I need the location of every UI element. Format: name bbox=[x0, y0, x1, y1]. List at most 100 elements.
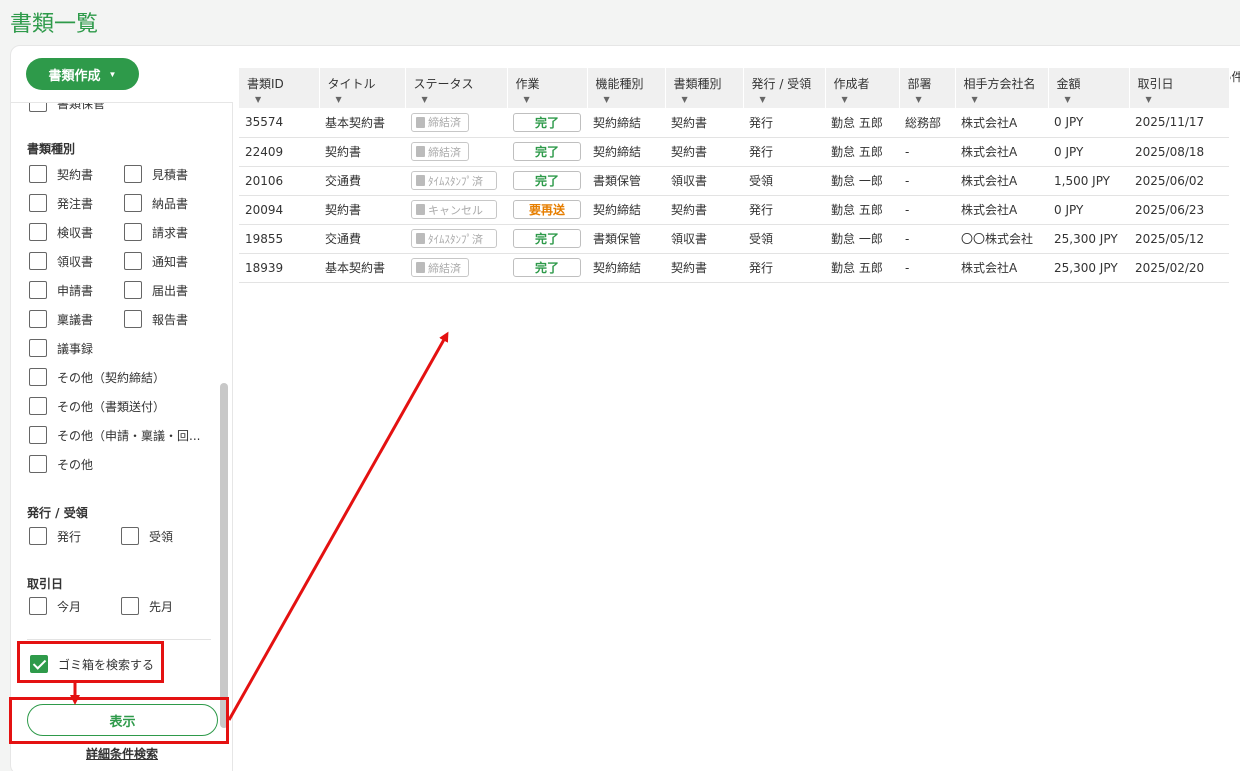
cell-work: 完了 bbox=[507, 166, 587, 196]
checkbox[interactable] bbox=[29, 597, 47, 615]
filter-option-doctype[interactable]: 納品書 bbox=[124, 194, 188, 212]
filter-option-doctype[interactable]: 申請書 bbox=[29, 281, 93, 299]
advanced-search-link[interactable]: 詳細条件検索 bbox=[86, 745, 158, 762]
filter-option-doctype[interactable]: 契約書 bbox=[29, 165, 93, 183]
checkbox[interactable] bbox=[29, 368, 47, 386]
work-badge[interactable]: 完了 bbox=[513, 112, 581, 132]
filter-option-doctype[interactable]: 検収書 bbox=[29, 223, 93, 241]
cell-dept: - bbox=[899, 195, 955, 225]
checkbox[interactable] bbox=[121, 527, 139, 545]
column-header[interactable]: 書類種別 ▼ bbox=[665, 68, 744, 108]
sort-icon[interactable]: ▼ bbox=[524, 95, 587, 104]
column-header[interactable]: 書類ID ▼ bbox=[239, 68, 320, 108]
highlight-box-show bbox=[9, 697, 229, 744]
filter-option-doctype[interactable]: その他 bbox=[29, 455, 93, 473]
filter-option-doctype[interactable]: 届出書 bbox=[124, 281, 188, 299]
checkbox[interactable] bbox=[124, 165, 142, 183]
sort-icon[interactable]: ▼ bbox=[842, 95, 899, 104]
column-header[interactable]: 作業 ▼ bbox=[507, 68, 588, 108]
status-badge: ﾀｲﾑｽﾀﾝﾌﾟ済 bbox=[411, 171, 497, 190]
checkbox[interactable] bbox=[29, 223, 47, 241]
checkbox[interactable] bbox=[29, 527, 47, 545]
cell-issue: 発行 bbox=[743, 137, 825, 167]
sort-icon[interactable]: ▼ bbox=[422, 95, 507, 104]
checkbox[interactable] bbox=[29, 339, 47, 357]
filter-option-doctype[interactable]: 稟議書 bbox=[29, 310, 93, 328]
sort-icon[interactable]: ▼ bbox=[760, 95, 825, 104]
filter-option-issue[interactable]: 発行 bbox=[29, 527, 81, 545]
cell-func: 契約締結 bbox=[587, 253, 665, 283]
checkbox[interactable] bbox=[29, 455, 47, 473]
cell-dept: 総務部 bbox=[899, 108, 955, 138]
work-badge[interactable]: 完了 bbox=[513, 229, 581, 248]
work-badge[interactable]: 完了 bbox=[513, 171, 581, 190]
sort-icon[interactable]: ▼ bbox=[336, 95, 405, 104]
sort-icon[interactable]: ▼ bbox=[1065, 95, 1129, 104]
checkbox[interactable] bbox=[29, 252, 47, 270]
work-badge[interactable]: 完了 bbox=[513, 142, 581, 161]
filter-option-this-month[interactable]: 今月 bbox=[29, 597, 81, 615]
cell-partner: 株式会社A bbox=[955, 108, 1048, 138]
table-row[interactable]: 19855 交通費 ﾀｲﾑｽﾀﾝﾌﾟ済 完了 書類保管 領収書 受領 勤怠 一郎 - 〇〇株式会社… bbox=[239, 224, 1229, 254]
checkbox[interactable] bbox=[121, 597, 139, 615]
checkbox[interactable] bbox=[124, 252, 142, 270]
checkbox[interactable] bbox=[29, 165, 47, 183]
table-row[interactable]: 22409 契約書 締結済 完了 契約締結 契約書 発行 勤怠 五郎 - 株式会社A 0 JPY 20… bbox=[239, 137, 1229, 167]
filter-option-doctype[interactable]: その他（書類送付） bbox=[29, 397, 165, 415]
cell-doctype: 契約書 bbox=[665, 137, 743, 167]
work-badge[interactable]: 要再送 bbox=[513, 200, 581, 219]
filter-option-storage[interactable]: 書類保管 bbox=[29, 103, 105, 112]
caret-down-icon: ▼ bbox=[108, 69, 117, 79]
checkbox[interactable] bbox=[124, 310, 142, 328]
cell-id: 18939 bbox=[239, 253, 319, 283]
checkbox[interactable] bbox=[29, 103, 47, 112]
table-row[interactable]: 20106 交通費 ﾀｲﾑｽﾀﾝﾌﾟ済 完了 書類保管 領収書 受領 勤怠 一郎 - 株式会社A 1… bbox=[239, 166, 1229, 196]
column-header[interactable]: 相手方会社名 ▼ bbox=[955, 68, 1049, 108]
column-header[interactable]: 機能種別 ▼ bbox=[587, 68, 666, 108]
column-header[interactable]: タイトル ▼ bbox=[319, 68, 406, 108]
column-header[interactable]: 取引日 ▼ bbox=[1129, 68, 1230, 108]
checkbox[interactable] bbox=[29, 194, 47, 212]
filter-option-doctype[interactable]: 発注書 bbox=[29, 194, 93, 212]
sort-icon[interactable]: ▼ bbox=[682, 95, 743, 104]
filter-option-doctype[interactable]: その他（申請・稟議・回... bbox=[29, 426, 200, 444]
column-header[interactable]: ステータス ▼ bbox=[405, 68, 508, 108]
table-row[interactable]: 18939 基本契約書 締結済 完了 契約締結 契約書 発行 勤怠 五郎 - 株式会社A 25,30… bbox=[239, 253, 1229, 283]
cell-creator: 勤怠 五郎 bbox=[825, 195, 899, 225]
sort-icon[interactable]: ▼ bbox=[604, 95, 665, 104]
sort-icon[interactable]: ▼ bbox=[1146, 95, 1229, 104]
cell-partner: 株式会社A bbox=[955, 137, 1048, 167]
column-header[interactable]: 発行 / 受領 ▼ bbox=[743, 68, 826, 108]
column-header[interactable]: 部署 ▼ bbox=[899, 68, 956, 108]
sort-icon[interactable]: ▼ bbox=[972, 95, 1048, 104]
checkbox[interactable] bbox=[29, 426, 47, 444]
sort-icon[interactable]: ▼ bbox=[255, 95, 319, 104]
checkbox[interactable] bbox=[124, 281, 142, 299]
cell-status: ﾀｲﾑｽﾀﾝﾌﾟ済 bbox=[405, 224, 507, 254]
column-header[interactable]: 金額 ▼ bbox=[1048, 68, 1130, 108]
checkbox[interactable] bbox=[124, 223, 142, 241]
checkbox[interactable] bbox=[29, 397, 47, 415]
work-badge[interactable]: 完了 bbox=[513, 258, 581, 277]
filter-option-doctype[interactable]: 通知書 bbox=[124, 252, 188, 270]
table-row[interactable]: 35574 基本契約書 締結済 完了 契約締結 契約書 発行 勤怠 五郎 総務部 株式会社A 0 J… bbox=[239, 108, 1229, 138]
filter-option-doctype[interactable]: その他（契約締結） bbox=[29, 368, 165, 386]
filter-option-receive[interactable]: 受領 bbox=[121, 527, 173, 545]
sort-icon[interactable]: ▼ bbox=[916, 95, 955, 104]
checkbox[interactable] bbox=[29, 310, 47, 328]
column-header[interactable]: 作成者 ▼ bbox=[825, 68, 900, 108]
filter-option-last-month[interactable]: 先月 bbox=[121, 597, 173, 615]
filter-option-doctype[interactable]: 議事録 bbox=[29, 339, 93, 357]
filter-option-doctype[interactable]: 領収書 bbox=[29, 252, 93, 270]
filter-option-doctype[interactable]: 見積書 bbox=[124, 165, 188, 183]
checkbox[interactable] bbox=[124, 194, 142, 212]
filter-option-doctype[interactable]: 報告書 bbox=[124, 310, 188, 328]
cell-creator: 勤怠 一郎 bbox=[825, 224, 899, 254]
checkbox[interactable] bbox=[29, 281, 47, 299]
filter-option-doctype[interactable]: 請求書 bbox=[124, 223, 188, 241]
table-row[interactable]: 20094 契約書 キャンセル 要再送 契約締結 契約書 発行 勤怠 五郎 - 株式会社A 0 JP… bbox=[239, 195, 1229, 225]
create-document-button[interactable]: 書類作成 ▼ bbox=[26, 58, 139, 90]
sidebar-scrollbar[interactable] bbox=[220, 383, 228, 728]
table-body: 35574 基本契約書 締結済 完了 契約締結 契約書 発行 勤怠 五郎 総務部 株式会社A 0 J… bbox=[239, 108, 1229, 283]
cell-func: 書類保管 bbox=[587, 166, 665, 196]
